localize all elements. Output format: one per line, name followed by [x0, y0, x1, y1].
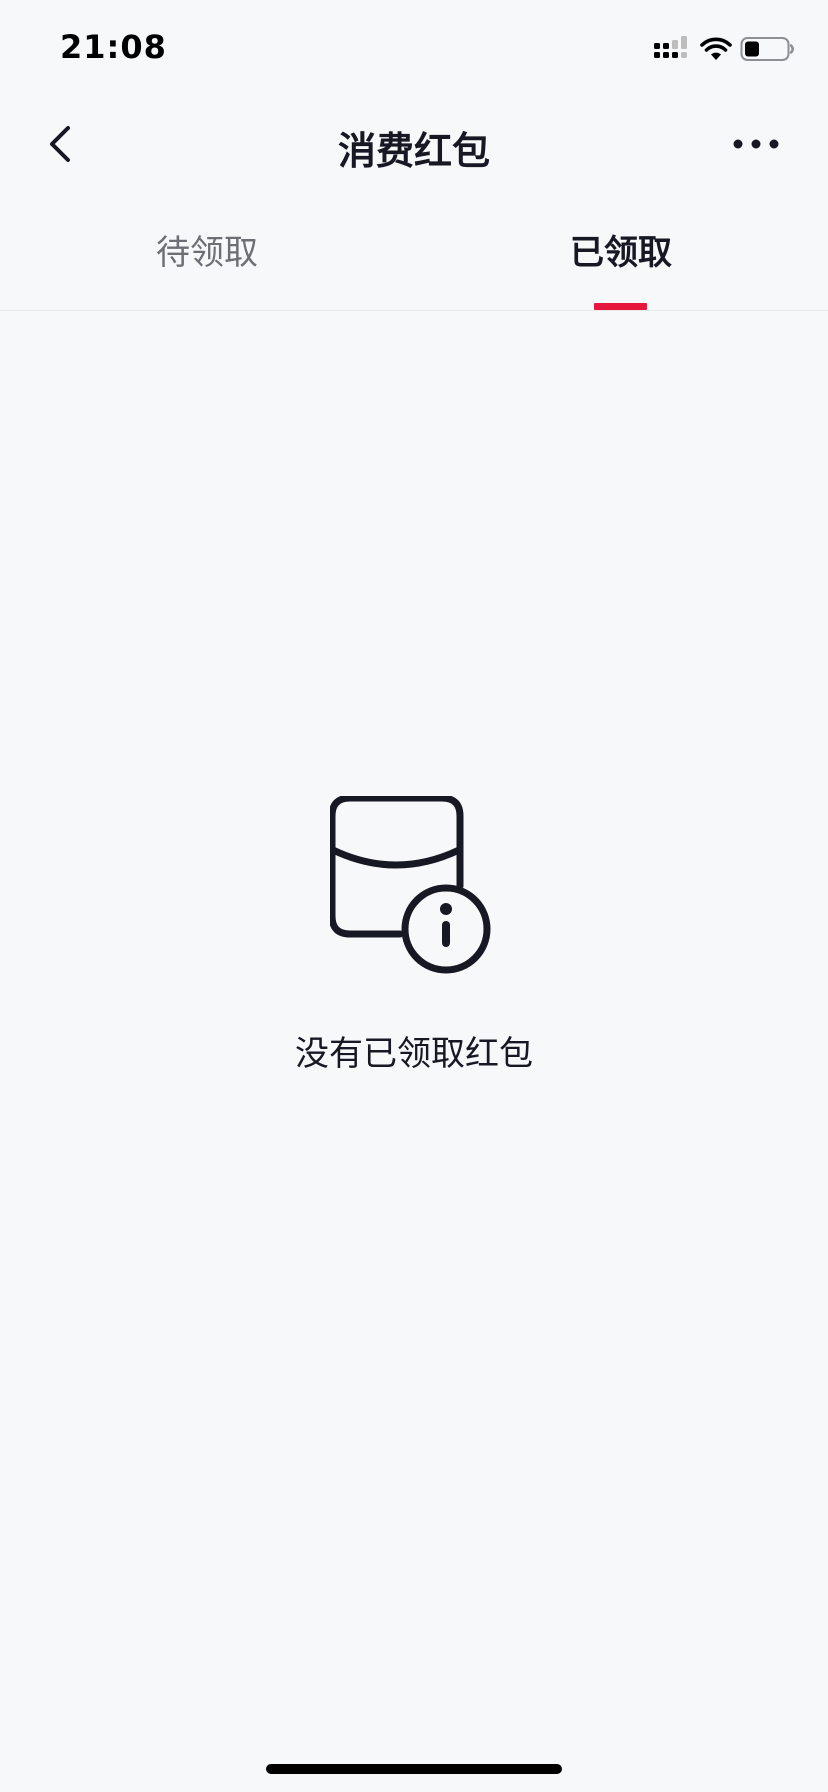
more-button[interactable]	[730, 126, 782, 162]
status-time: 21:08	[60, 28, 167, 66]
battery-icon	[740, 37, 794, 61]
tab-pending[interactable]: 待领取	[0, 225, 414, 274]
tab-received[interactable]: 已领取	[414, 225, 828, 274]
cellular-signal-icon	[654, 36, 687, 58]
home-indicator	[266, 1764, 562, 1774]
tab-divider	[0, 310, 828, 311]
page-title: 消费红包	[337, 129, 490, 173]
active-tab-indicator	[594, 303, 647, 310]
header-area: 21:08 消费红包 待领取 已领取	[0, 0, 828, 310]
red-packet-info-icon	[330, 796, 491, 974]
empty-state-message: 没有已领取红包	[295, 1034, 533, 1074]
wifi-icon	[700, 37, 732, 60]
